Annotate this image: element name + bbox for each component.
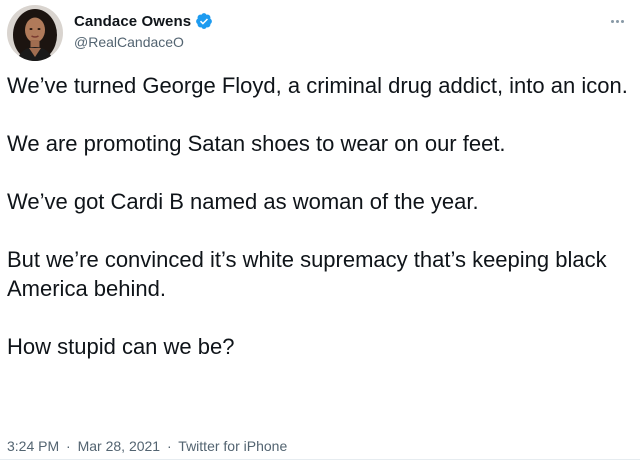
meta-separator: · — [166, 438, 172, 454]
tweet-source[interactable]: Twitter for iPhone — [178, 438, 287, 454]
tweet-paragraph: We are promoting Satan shoes to wear on … — [7, 131, 506, 156]
tweet-paragraph: How stupid can we be? — [7, 334, 235, 359]
verified-badge-icon — [196, 13, 213, 29]
more-dot — [620, 19, 624, 23]
tweet-text: We’ve turned George Floyd, a criminal dr… — [7, 71, 635, 361]
meta-separator: · — [66, 438, 71, 454]
tweet-header: Candace Owens @RealCandaceO — [7, 5, 633, 61]
tweet-paragraph: We’ve turned George Floyd, a criminal dr… — [7, 73, 628, 98]
author-handle[interactable]: @RealCandaceO — [74, 34, 213, 50]
more-dot — [610, 19, 614, 23]
tweet-meta: 3:24 PM · Mar 28, 2021 · Twitter for iPh… — [7, 438, 287, 454]
avatar[interactable] — [7, 5, 63, 61]
tweet-card: Candace Owens @RealCandaceO We’ve turned… — [0, 0, 640, 460]
more-options-icon[interactable] — [605, 11, 629, 31]
display-name[interactable]: Candace Owens — [74, 13, 191, 30]
tweet-paragraph: We’ve got Cardi B named as woman of the … — [7, 189, 479, 214]
tweet-time[interactable]: 3:24 PM — [7, 438, 59, 454]
tweet-date[interactable]: Mar 28, 2021 — [78, 438, 161, 454]
name-row: Candace Owens — [74, 11, 213, 31]
more-dot — [615, 19, 619, 23]
author-block: Candace Owens @RealCandaceO — [74, 11, 213, 50]
profile-photo-icon — [7, 5, 63, 61]
tweet-paragraph: But we’re convinced it’s white supremacy… — [7, 247, 607, 301]
